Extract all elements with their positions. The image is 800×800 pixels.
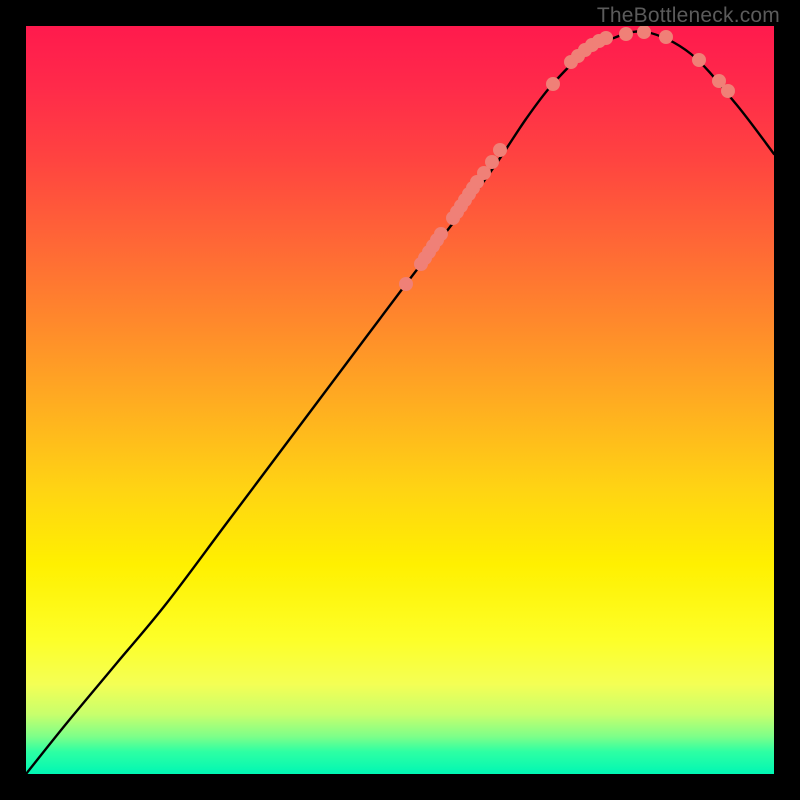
data-point bbox=[721, 84, 735, 98]
watermark-label: TheBottleneck.com bbox=[597, 4, 780, 28]
data-point bbox=[599, 31, 613, 45]
data-point bbox=[485, 155, 499, 169]
data-point bbox=[493, 143, 507, 157]
data-point bbox=[546, 77, 560, 91]
data-point bbox=[619, 27, 633, 41]
data-point bbox=[659, 30, 673, 44]
data-point bbox=[399, 277, 413, 291]
data-point bbox=[692, 53, 706, 67]
highlighted-points-group bbox=[399, 26, 735, 291]
chart-svg bbox=[26, 26, 774, 774]
plot-area bbox=[26, 26, 774, 774]
data-point bbox=[434, 227, 448, 241]
chart-stage: TheBottleneck.com bbox=[0, 0, 800, 800]
bottleneck-curve bbox=[26, 31, 774, 774]
